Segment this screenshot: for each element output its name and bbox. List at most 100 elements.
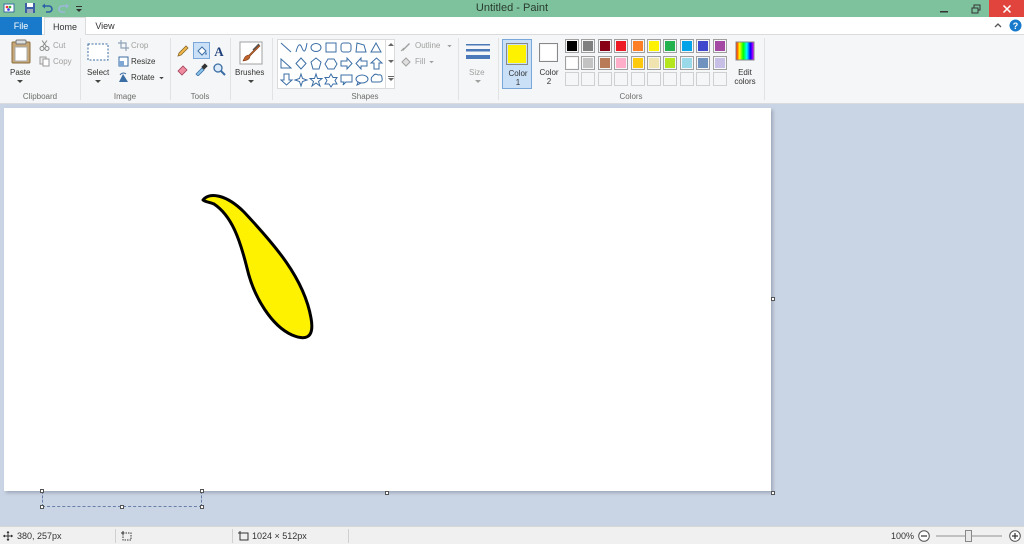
- swatch-fill: [681, 74, 692, 84]
- six-point-star-shape-icon: [324, 72, 338, 88]
- svg-text:A: A: [214, 44, 224, 58]
- paint-app-icon[interactable]: [3, 2, 15, 14]
- canvas-resize-handle-right[interactable]: [771, 297, 775, 301]
- palette-swatch[interactable]: [581, 55, 596, 70]
- ribbon-tabs: File Home View ?: [0, 17, 1024, 36]
- custom-color-slot[interactable]: [597, 72, 612, 86]
- palette-swatch[interactable]: [630, 39, 645, 53]
- undo-icon[interactable]: [41, 2, 53, 14]
- swatch-fill: [665, 74, 676, 84]
- canvas-resize-handle-corner[interactable]: [771, 491, 775, 495]
- rotate-button[interactable]: Rotate: [117, 72, 165, 84]
- swatch-fill: [632, 74, 643, 84]
- custom-color-slot[interactable]: [712, 72, 727, 86]
- swatch-fill: [567, 74, 577, 84]
- redo-icon[interactable]: [58, 2, 70, 14]
- cut-button[interactable]: Cut: [38, 40, 74, 52]
- palette-swatch[interactable]: [565, 55, 579, 70]
- shapes-gallery: [277, 39, 395, 89]
- palette-swatch[interactable]: [712, 55, 727, 70]
- tab-file[interactable]: File: [0, 17, 42, 35]
- canvas-resize-handle-bottom[interactable]: [385, 491, 389, 495]
- palette-swatch[interactable]: [614, 55, 629, 70]
- shapes-scroll[interactable]: [385, 39, 395, 89]
- yellow-teardrop-shape: [201, 194, 314, 340]
- custom-color-slot[interactable]: [696, 72, 711, 86]
- zoom-out-button[interactable]: [918, 530, 930, 542]
- clipboard-group-label: Clipboard: [22, 92, 58, 101]
- clipboard-icon: [11, 39, 31, 64]
- palette-swatch[interactable]: [597, 39, 612, 53]
- palette-swatch[interactable]: [696, 55, 711, 70]
- selection-handle[interactable]: [40, 505, 44, 509]
- palette-swatch[interactable]: [597, 55, 612, 70]
- copy-button[interactable]: Copy: [38, 56, 74, 68]
- tab-view[interactable]: View: [88, 17, 122, 35]
- edit-colors-button[interactable]: Edit colors: [731, 39, 759, 89]
- divider: [115, 529, 116, 543]
- palette-swatch[interactable]: [630, 55, 645, 70]
- palette-swatch[interactable]: [679, 55, 694, 70]
- palette-swatch[interactable]: [663, 39, 678, 53]
- fill-button[interactable]: Fill: [400, 56, 440, 68]
- zoom-in-button[interactable]: [1009, 530, 1021, 542]
- cut-label: Cut: [53, 41, 66, 50]
- eraser-tool[interactable]: [176, 62, 190, 76]
- text-tool[interactable]: A: [212, 44, 226, 59]
- custom-color-slot[interactable]: [663, 72, 678, 86]
- restore-button[interactable]: [962, 0, 990, 17]
- selection-handle[interactable]: [200, 489, 204, 493]
- paste-button[interactable]: Paste: [6, 39, 34, 87]
- palette-swatch[interactable]: [565, 39, 579, 53]
- custom-color-slot[interactable]: [614, 72, 629, 86]
- custom-color-slot[interactable]: [565, 72, 579, 86]
- line-size-icon: [466, 44, 490, 59]
- pencil-tool[interactable]: [176, 44, 190, 58]
- palette-swatch[interactable]: [712, 39, 727, 53]
- custom-color-slot[interactable]: [630, 72, 645, 86]
- palette-swatch[interactable]: [679, 39, 694, 53]
- palette-swatch[interactable]: [581, 39, 596, 53]
- rotate-icon: [119, 72, 128, 82]
- resize-button[interactable]: Resize: [117, 56, 159, 68]
- selection-handle[interactable]: [40, 489, 44, 493]
- status-bar: 380, 257px 1024 × 512px 100%: [0, 526, 1024, 544]
- magnifier-tool[interactable]: [212, 62, 226, 76]
- drawing-canvas[interactable]: [4, 108, 771, 491]
- color2-button[interactable]: Color 2: [535, 39, 563, 89]
- swatch-fill: [616, 57, 627, 68]
- palette-swatch[interactable]: [614, 39, 629, 53]
- divider: [170, 38, 171, 100]
- selection-handle[interactable]: [120, 505, 124, 509]
- crop-button[interactable]: Crop: [117, 40, 157, 52]
- palette-swatch[interactable]: [647, 39, 661, 53]
- selection-handle[interactable]: [200, 505, 204, 509]
- minimize-button[interactable]: [930, 0, 958, 17]
- zoom-slider-thumb[interactable]: [965, 530, 972, 542]
- color1-button[interactable]: Color 1: [502, 39, 532, 89]
- color-wheel-icon: [735, 41, 755, 61]
- custom-color-slot[interactable]: [647, 72, 661, 86]
- select-button[interactable]: Select: [84, 39, 112, 87]
- swatch-fill: [583, 74, 594, 84]
- customize-quick-access-icon[interactable]: [73, 2, 85, 14]
- colors-group-label: Colors: [619, 92, 643, 101]
- diamond-shape-icon: [295, 57, 307, 70]
- fill-tool[interactable]: [193, 42, 210, 59]
- outline-button[interactable]: Outline: [400, 40, 455, 52]
- tab-home[interactable]: Home: [44, 17, 86, 36]
- palette-swatch[interactable]: [696, 39, 711, 53]
- save-icon[interactable]: [24, 2, 36, 14]
- palette-swatch[interactable]: [647, 55, 661, 70]
- pencil-icon: [177, 45, 189, 57]
- size-button[interactable]: Size: [462, 39, 494, 89]
- palette-swatch[interactable]: [663, 55, 678, 70]
- collapse-ribbon-icon[interactable]: [993, 21, 1003, 33]
- custom-color-slot[interactable]: [679, 72, 694, 86]
- close-button[interactable]: [989, 0, 1024, 17]
- color-picker-tool[interactable]: [194, 62, 208, 77]
- brushes-button[interactable]: Brushes: [234, 39, 268, 89]
- help-icon[interactable]: ?: [1009, 19, 1022, 34]
- custom-color-slot[interactable]: [581, 72, 596, 86]
- four-point-star-shape-icon: [293, 72, 309, 88]
